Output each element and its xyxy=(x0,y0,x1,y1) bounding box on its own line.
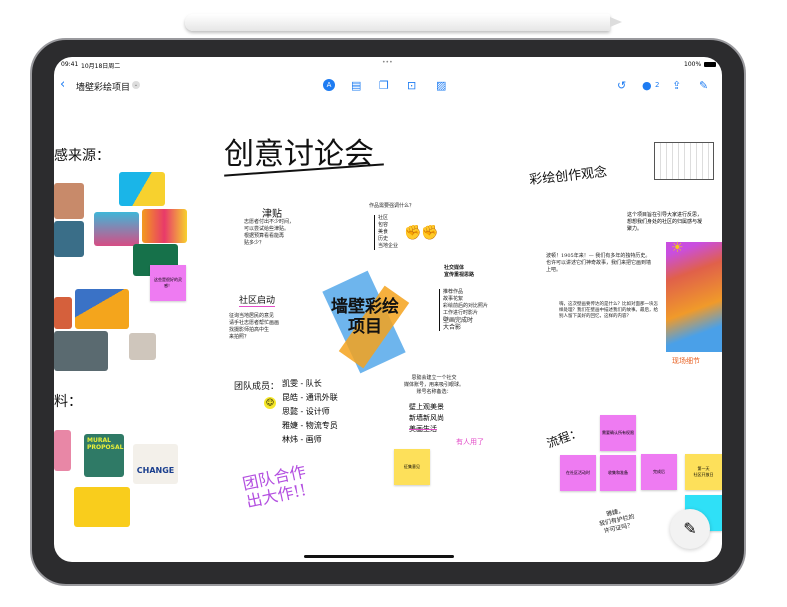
community-list: 征询当地居民的意见 请手社志愿者帮忙画画 找摄影师拍高中生 来拍照？ xyxy=(229,313,279,341)
concept-heading[interactable]: 彩绘创作观念 xyxy=(528,161,608,188)
topic-item[interactable]: 包容 xyxy=(378,222,398,229)
account-name[interactable]: 美画生活 xyxy=(409,424,444,435)
video-building[interactable] xyxy=(75,289,129,329)
concept-question[interactable]: 嗨，这次壁画要传达的是什么？比如对面那一块怎样处理？我们在壁画中描述我们的故事。… xyxy=(559,302,659,320)
sticky-note[interactable]: 在社区活动时 xyxy=(560,455,596,491)
sticky-note[interactable]: 收集和准备 xyxy=(600,455,636,491)
home-indicator[interactable] xyxy=(304,555,454,558)
community-item[interactable]: 请手社志愿者帮忙画画 xyxy=(229,320,279,327)
team-member[interactable]: 思懿 - 设计师 xyxy=(282,405,338,419)
topic-item[interactable]: 美食 xyxy=(378,229,398,236)
note-icon[interactable]: ▤ xyxy=(351,79,361,92)
site-details[interactable]: 现场细节 xyxy=(672,356,700,366)
video-street[interactable] xyxy=(54,331,108,371)
subsidy-heading[interactable]: 津贴 xyxy=(262,205,282,220)
collaborators-icon[interactable]: ● xyxy=(642,79,652,92)
textbox-icon[interactable]: ⊡ xyxy=(407,79,416,92)
collaborator-count[interactable]: 2 xyxy=(655,81,659,89)
topic-item[interactable]: 历史 xyxy=(378,236,398,243)
video-person[interactable] xyxy=(129,333,156,360)
doc-mural-proposal[interactable]: MURAL PROPOSAL xyxy=(84,434,124,477)
battery-icon xyxy=(704,62,716,67)
board-title[interactable]: 墙壁彩绘项目 xyxy=(76,80,130,93)
account-note[interactable]: 思懿会建立一个社交 媒体账号，用来吸引眼球。 账号名称备选： xyxy=(404,375,464,396)
account-name[interactable]: 壁上观美景 xyxy=(409,402,444,413)
social-item[interactable]: 壁画完成时 大合影 xyxy=(443,317,488,331)
media-icon[interactable]: ▨ xyxy=(436,79,446,92)
account-name[interactable]: 新墙新风尚 xyxy=(409,413,444,424)
subsidy-note[interactable]: 志愿者付出不少时间， 可以尝试给些津贴。 根据预算看看能再 贴多少？ xyxy=(244,219,294,247)
community-item[interactable]: 征询当地居民的意见 xyxy=(229,313,279,320)
pen-icon[interactable]: A xyxy=(323,79,335,91)
topics-heading[interactable]: 作品需要强调什么？ xyxy=(369,203,414,210)
materials-label[interactable]: 料： xyxy=(54,391,82,411)
sticky-note[interactable]: 征集意见 xyxy=(394,449,430,485)
status-time: 09:41 xyxy=(61,61,79,68)
sticky-note[interactable]: 需要确认所有权限 xyxy=(600,415,636,451)
mural-sketch xyxy=(666,242,722,352)
team-list: 凯雯 - 队长 昆皓 - 通讯外联 思懿 - 设计师 雅婕 - 物流专员 林炜 … xyxy=(282,377,338,447)
undo-icon[interactable]: ↺ xyxy=(617,79,626,92)
freeform-screen: 09:41 10月18日周二 ••• 100% ‹ 墙壁彩绘项目 ⌄ A ▤ ❐… xyxy=(54,57,722,562)
fists-sticker: ✊✊ xyxy=(404,225,439,241)
team-heading[interactable]: 团队成员： xyxy=(234,379,279,392)
social-item[interactable]: 推荐作品 xyxy=(443,289,488,296)
inspiration-label[interactable]: 感来源： xyxy=(54,145,110,165)
sticky-note[interactable]: 完成后 xyxy=(641,454,677,490)
teamwork-note[interactable]: 团队合作 出大作!! xyxy=(241,462,311,512)
share-icon[interactable]: ⇪ xyxy=(672,79,681,92)
sun-sketch: ☀ xyxy=(671,240,684,256)
chevron-left-icon[interactable]: ‹ xyxy=(60,77,65,92)
pencil-icon[interactable]: ✎ xyxy=(670,509,710,549)
compose-icon[interactable]: ✎ xyxy=(699,79,708,92)
building-sketch xyxy=(654,142,714,180)
social-item[interactable]: 工作进行时影片 xyxy=(443,310,488,317)
community-item[interactable]: 找摄影师拍高中生 来拍照？ xyxy=(229,327,279,341)
topic-item[interactable]: 社区 xyxy=(378,215,398,222)
status-date: 10月18日周二 xyxy=(81,63,121,70)
doc-thumbnail[interactable] xyxy=(54,430,71,471)
sticky-note[interactable]: 这些是很好的灵感！ xyxy=(150,265,186,301)
social-item[interactable]: 彩绘前后的对比照片 xyxy=(443,303,488,310)
taken-tag[interactable]: 有人用了 xyxy=(456,437,484,447)
shapes-icon[interactable]: ❐ xyxy=(379,79,389,92)
photo-portrait[interactable] xyxy=(54,221,84,257)
doc-change[interactable]: CHANGE xyxy=(133,444,178,484)
photo-mural[interactable] xyxy=(142,209,187,243)
photo-friends[interactable] xyxy=(54,183,84,219)
center-topic[interactable]: 墙壁彩绘 项目 xyxy=(331,297,399,337)
photo-wall-art[interactable] xyxy=(119,172,165,206)
sticky-note[interactable]: 第一天 社区开放日 xyxy=(685,454,722,490)
team-member[interactable]: 昆皓 - 通讯外联 xyxy=(282,391,338,405)
concept-note[interactable]: 波顿！1905年来！— 我们有多年的独特历史。也许可以讲述它们神奇故事，我们来把… xyxy=(546,253,651,274)
concept-typed[interactable]: 这个项目旨在引导大家进行反思，想想我们身处的社区的归属感与凝聚力。 xyxy=(627,212,702,233)
social-list: 推荐作品 故事花絮 彩绘前后的对比照片 工作进行时影片 壁画完成时 大合影 xyxy=(439,289,488,331)
permit-question[interactable]: 雅婕， 我们有护栏的 许可证吗？ xyxy=(597,506,637,537)
photo-court[interactable] xyxy=(94,212,139,246)
chevron-down-icon[interactable]: ⌄ xyxy=(132,81,140,89)
photo-brick[interactable] xyxy=(54,297,72,329)
flow-heading[interactable]: 流程： xyxy=(544,423,584,451)
social-item[interactable]: 故事花絮 xyxy=(443,296,488,303)
smiley-sticker: ☺ xyxy=(264,397,276,409)
multitask-dots[interactable]: ••• xyxy=(382,59,393,66)
topics-list: 社区 包容 美食 历史 当地企业 xyxy=(374,215,398,250)
apple-pencil xyxy=(185,14,622,31)
team-member[interactable]: 雅婕 - 物流专员 xyxy=(282,419,338,433)
status-battery: 100% xyxy=(684,61,702,68)
community-heading[interactable]: 社区启动 xyxy=(239,293,276,307)
doc-ideas[interactable] xyxy=(74,487,130,527)
account-names: 壁上观美景 新墙新风尚 美画生活 xyxy=(409,402,444,435)
team-member[interactable]: 林炜 - 画师 xyxy=(282,433,338,447)
team-member[interactable]: 凯雯 - 队长 xyxy=(282,377,338,391)
topic-item[interactable]: 当地企业 xyxy=(378,243,398,250)
social-heading[interactable]: 社交媒体 宣传重视思路 xyxy=(444,265,474,279)
